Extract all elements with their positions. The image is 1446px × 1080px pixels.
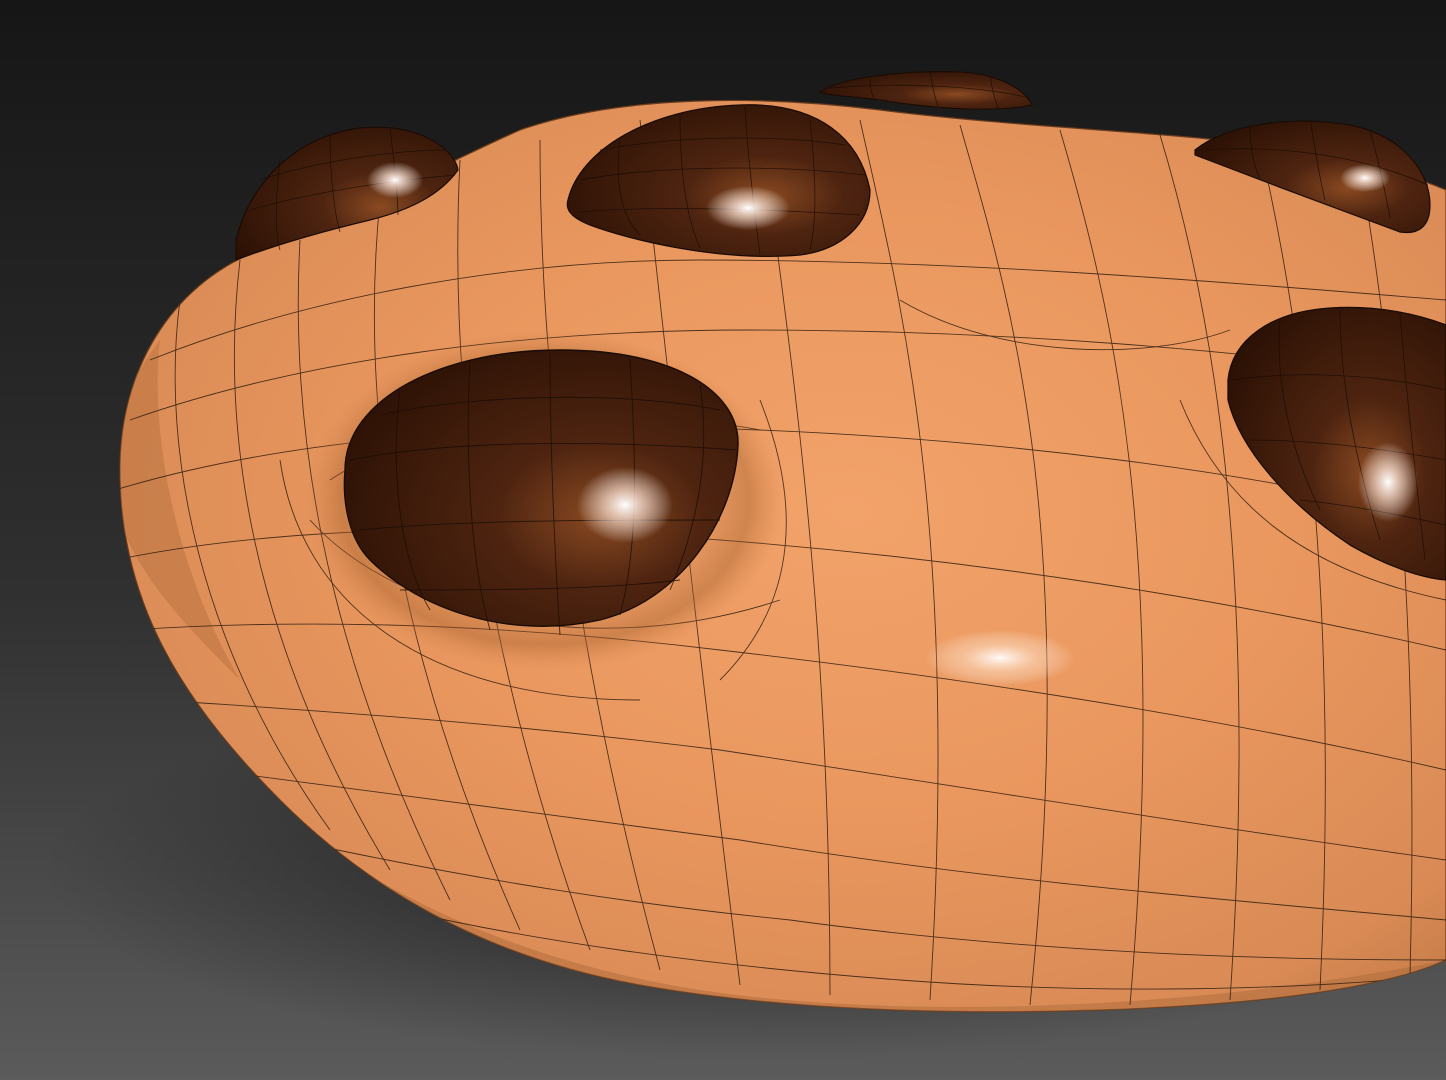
viewport-canvas[interactable]	[0, 0, 1446, 1080]
chip-specular-highlight	[1340, 164, 1390, 192]
dough-specular-highlight	[925, 630, 1075, 686]
chip-specular-highlight	[1358, 442, 1418, 522]
3d-viewport[interactable]	[0, 0, 1446, 1080]
chip-specular-highlight	[367, 162, 423, 198]
chip-specular-highlight	[577, 467, 673, 543]
chip-specular-highlight	[706, 186, 790, 230]
